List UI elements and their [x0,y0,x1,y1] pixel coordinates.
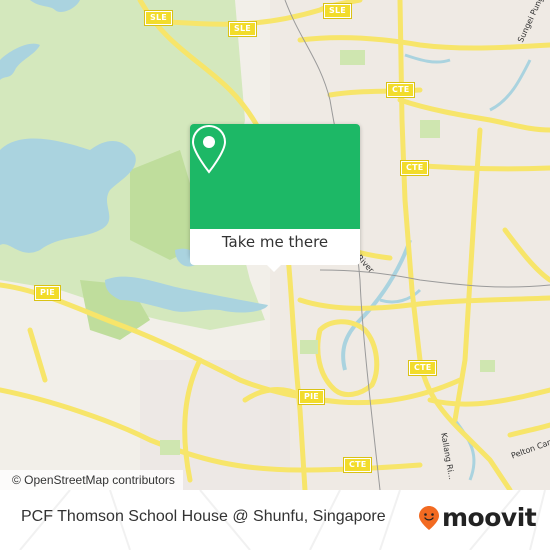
highway-shield-sle: SLE [144,10,173,26]
destination-popup[interactable]: Take me there [190,124,360,272]
map-attribution[interactable]: © OpenStreetMap contributors [0,470,183,490]
place-name: PCF Thomson School House @ Shunfu, Singa… [21,508,386,525]
map-view[interactable]: SLE SLE SLE CTE CTE CTE CTE PIE PIE Sung… [0,0,550,490]
highway-shield-cte: CTE [342,457,373,473]
popup-pointer [265,263,283,272]
location-pin-icon [191,124,227,174]
moovit-smiley-pin-icon [419,506,439,530]
popup-header[interactable] [190,124,360,229]
highway-shield-cte: CTE [385,82,416,98]
footer-bar: PCF Thomson School House @ Shunfu, Singa… [0,490,550,550]
moovit-wordmark: moovit [442,503,537,532]
highway-shield-cte: CTE [407,360,438,376]
moovit-logo[interactable]: moovit [418,503,537,533]
highway-shield-pie: PIE [298,389,325,405]
highway-shield-pie: PIE [34,285,61,301]
highway-shield-cte: CTE [399,160,430,176]
highway-shield-sle: SLE [323,3,352,19]
highway-shield-sle: SLE [228,21,257,37]
take-me-there-button[interactable]: Take me there [190,229,360,265]
